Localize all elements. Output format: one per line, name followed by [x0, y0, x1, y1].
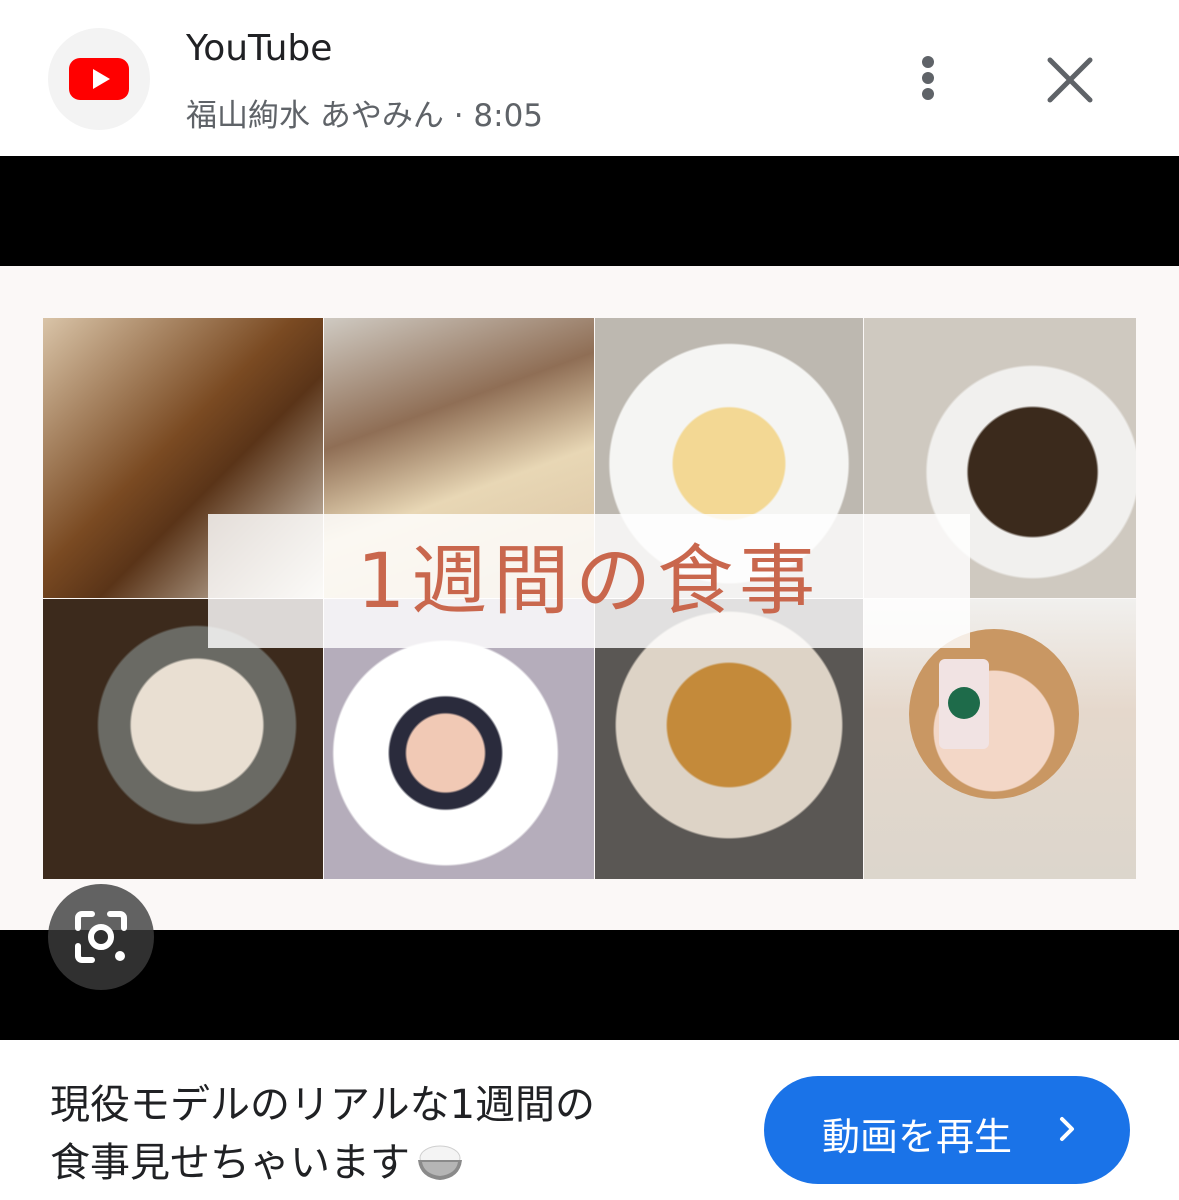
app-card-header: YouTube 福山絢水 あやみん · 8:05	[0, 0, 1179, 156]
play-video-label: 動画を再生	[822, 1115, 1013, 1159]
more-vert-icon-dot	[922, 56, 934, 68]
close-button[interactable]	[1040, 50, 1100, 110]
video-description: 現役モデルのリアルな1週間の 食事見せちゃいます	[50, 1076, 730, 1192]
app-icon-container	[48, 28, 150, 130]
person-face	[909, 629, 1079, 799]
channel-and-duration: 福山絢水 あやみん · 8:05	[186, 98, 544, 134]
coffee-cup	[939, 659, 989, 749]
video-thumbnail[interactable]: 1週間の食事	[0, 266, 1179, 930]
description-line-2-wrap: 食事見せちゃいます	[50, 1134, 730, 1192]
app-title: YouTube	[186, 28, 333, 69]
chevron-right-icon	[1060, 1117, 1074, 1141]
rice-bowl-icon	[418, 1145, 462, 1180]
description-line-1: 現役モデルのリアルな1週間の	[50, 1082, 596, 1128]
description-line-2: 食事見せちゃいます	[50, 1140, 410, 1186]
video-player[interactable]: 1週間の食事	[0, 156, 1179, 1040]
more-options-button[interactable]	[900, 50, 956, 106]
thumbnail-title-band: 1週間の食事	[208, 514, 970, 648]
youtube-logo-icon	[69, 58, 129, 100]
more-vert-icon-dot	[922, 88, 934, 100]
thumbnail-title: 1週間の食事	[356, 536, 822, 625]
close-icon	[1047, 57, 1093, 103]
play-video-button[interactable]: 動画を再生	[764, 1076, 1130, 1184]
google-lens-icon	[75, 911, 127, 963]
google-lens-button[interactable]	[48, 884, 154, 990]
more-vert-icon-dot	[922, 72, 934, 84]
